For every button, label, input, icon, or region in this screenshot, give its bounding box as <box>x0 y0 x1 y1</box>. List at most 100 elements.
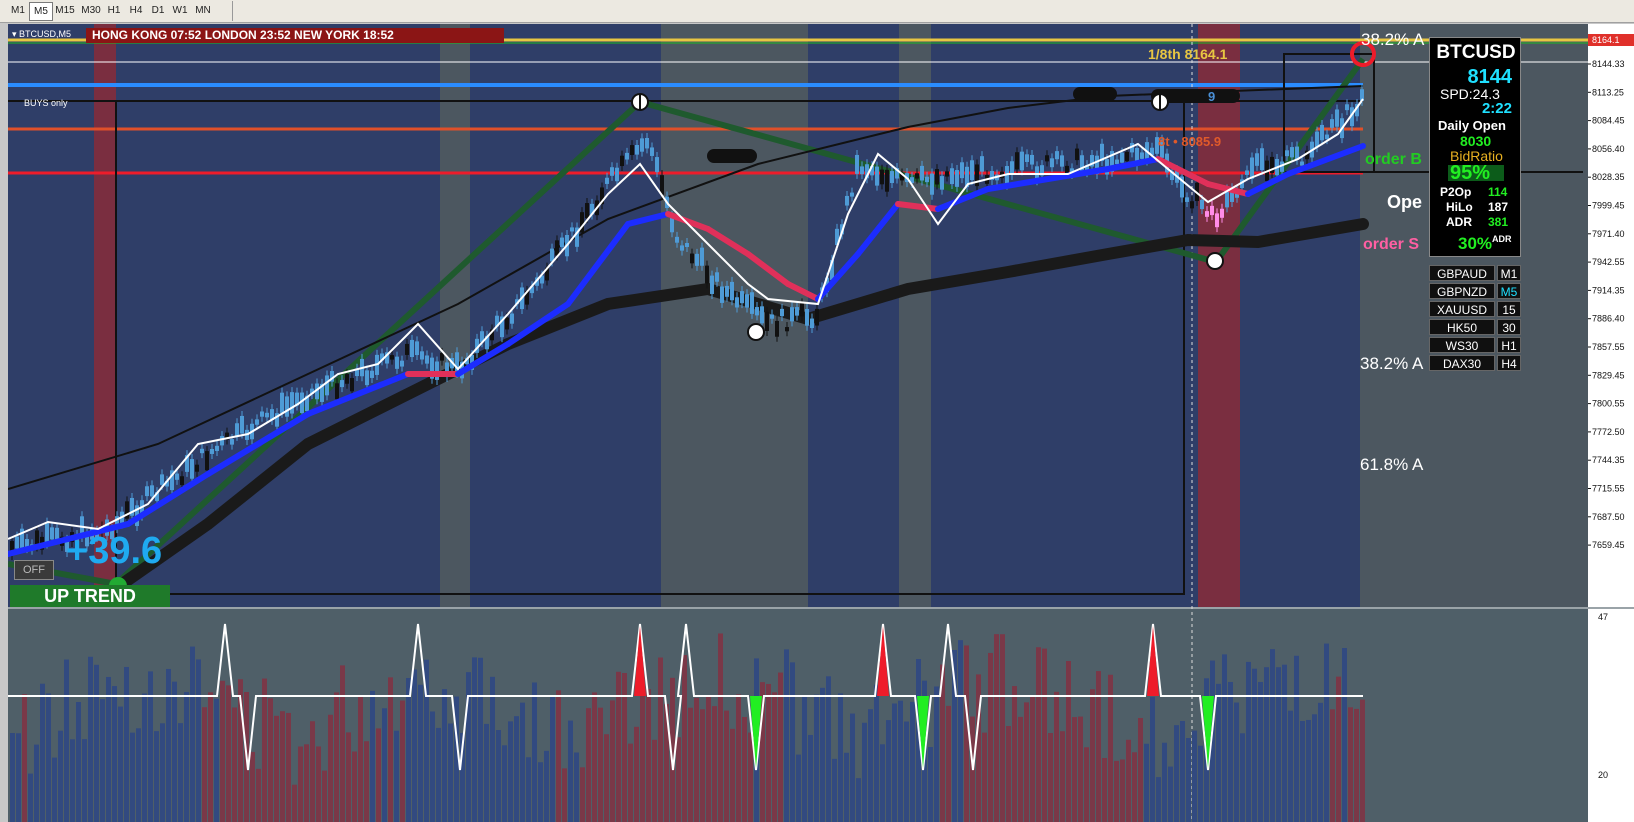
histogram-bar <box>1096 671 1101 822</box>
candle-body <box>715 272 719 282</box>
candle-body <box>260 411 264 417</box>
histogram-bar <box>1192 730 1197 822</box>
histogram-bar <box>484 723 489 822</box>
histogram-bar <box>430 711 435 822</box>
histogram-bar <box>556 690 561 822</box>
histogram-bar <box>736 694 741 822</box>
histogram-bar <box>88 656 93 822</box>
histogram-bar <box>658 657 663 822</box>
histogram-bar <box>1132 752 1137 822</box>
candle-body <box>700 247 704 266</box>
candle-body <box>280 392 284 413</box>
candle-body <box>1325 134 1329 140</box>
histogram-bar <box>274 715 279 822</box>
order-buy-label: order B <box>1365 151 1422 168</box>
candle-body <box>800 303 804 317</box>
histogram-bar <box>52 757 57 822</box>
histogram-bar <box>682 655 687 822</box>
histogram-bar <box>1126 739 1131 822</box>
candle-body <box>630 145 634 155</box>
candle-body <box>735 297 739 308</box>
timeframe-m15-button[interactable]: M15 <box>52 2 78 19</box>
info-timer: 2:22 <box>1481 100 1512 117</box>
timeframe-mn-button[interactable]: MN <box>192 2 214 19</box>
fib-382-top-label: 38.2% A <box>1361 30 1425 49</box>
histogram-bar <box>718 633 723 822</box>
symbol-button-gbpaud[interactable]: GBPAUD <box>1429 265 1495 281</box>
session-clock-bar: HONG KONG 07:52 LONDON 23:52 NEW YORK 18… <box>86 28 504 43</box>
info-hilo: 187 <box>1488 200 1509 214</box>
candle-body <box>695 253 699 266</box>
symbol-button-xauusd[interactable]: XAUUSD <box>1429 301 1495 317</box>
histogram-bar <box>850 713 855 822</box>
histogram-bar <box>640 691 645 822</box>
histogram-bar <box>178 723 183 822</box>
candle-body <box>610 167 614 176</box>
symbol-timeframe-button[interactable]: M1 <box>1497 265 1521 281</box>
timeframe-d1-button[interactable]: D1 <box>148 2 168 19</box>
histogram-bar <box>1120 759 1125 822</box>
histogram-bar <box>928 747 933 822</box>
candle-body <box>265 412 269 418</box>
candle-body <box>855 154 859 174</box>
histogram-bar <box>1018 716 1023 822</box>
candle-body <box>1030 154 1034 165</box>
candle-body <box>1015 152 1019 170</box>
histogram-bar <box>130 732 135 822</box>
candle-body <box>890 171 894 184</box>
symbol-timeframe-button[interactable]: 15 <box>1497 301 1521 317</box>
timeframe-w1-button[interactable]: W1 <box>169 2 191 19</box>
candle-body <box>850 192 854 197</box>
histogram-bar <box>1078 716 1083 822</box>
histogram-bar <box>316 746 321 822</box>
timeframe-h4-button[interactable]: H4 <box>125 2 147 19</box>
info-daily-open-label: Daily Open <box>1438 118 1506 133</box>
histogram-bar <box>652 739 657 822</box>
symbol-timeframe-button[interactable]: H4 <box>1497 355 1521 371</box>
histogram-bar <box>436 727 441 822</box>
histogram-bar <box>646 689 651 822</box>
symbol-timeframe-button[interactable]: H1 <box>1497 337 1521 353</box>
histogram-bar <box>1228 681 1233 822</box>
candle-body <box>960 162 964 179</box>
candle-body <box>650 147 654 156</box>
price-chart[interactable]: 8164.1 8144.33 8113.25 8084.45 8056.40 8028.3… <box>8 24 1634 822</box>
chart-window[interactable]: 8164.1 8144.33 8113.25 8084.45 8056.40 8028.3… <box>8 24 1634 822</box>
symbol-timeframe-button[interactable]: M5 <box>1497 283 1521 299</box>
candle-body <box>255 419 259 425</box>
histogram-bar <box>1102 757 1107 822</box>
candle-body <box>210 449 214 454</box>
symbol-label[interactable]: ▾ BTCUSD,M5 <box>12 29 71 40</box>
histogram-bar <box>82 739 87 822</box>
fib-618-label: 61.8% A <box>1360 455 1424 474</box>
histogram-bar <box>124 666 129 822</box>
candle-body <box>325 375 329 396</box>
timeframe-m30-button[interactable]: M30 <box>79 2 103 19</box>
histogram-bar <box>688 707 693 822</box>
timeframe-h1-button[interactable]: H1 <box>104 2 124 19</box>
off-button[interactable]: OFF <box>14 560 54 580</box>
info-adr: 381 <box>1488 215 1509 229</box>
histogram-bar <box>1318 702 1323 822</box>
candle-body <box>765 311 769 331</box>
timeframe-m5-button[interactable]: M5 <box>29 2 53 21</box>
histogram-bar <box>166 668 171 822</box>
timeframe-m1-button[interactable]: M1 <box>8 2 28 19</box>
symbol-button-hk50[interactable]: HK50 <box>1429 319 1495 335</box>
histogram-bar <box>772 692 777 822</box>
symbol-timeframe-button[interactable]: 30 <box>1497 319 1521 335</box>
candle-body <box>1285 150 1289 157</box>
price-axis-label: 8056.40 <box>1592 144 1625 154</box>
histogram-bar <box>190 646 195 822</box>
histogram-bar <box>1174 725 1179 822</box>
histogram-bar <box>34 744 39 822</box>
info-p2op-label: P2Op <box>1440 185 1472 199</box>
symbol-button-dax30[interactable]: DAX30 <box>1429 355 1495 371</box>
symbol-button-ws30[interactable]: WS30 <box>1429 337 1495 353</box>
candle-body <box>505 317 509 330</box>
session-band <box>1198 24 1240 607</box>
histogram-bar <box>586 708 591 822</box>
candle-body <box>1075 148 1079 161</box>
symbol-button-gbpnzd[interactable]: GBPNZD <box>1429 283 1495 299</box>
candle-body <box>240 415 244 434</box>
